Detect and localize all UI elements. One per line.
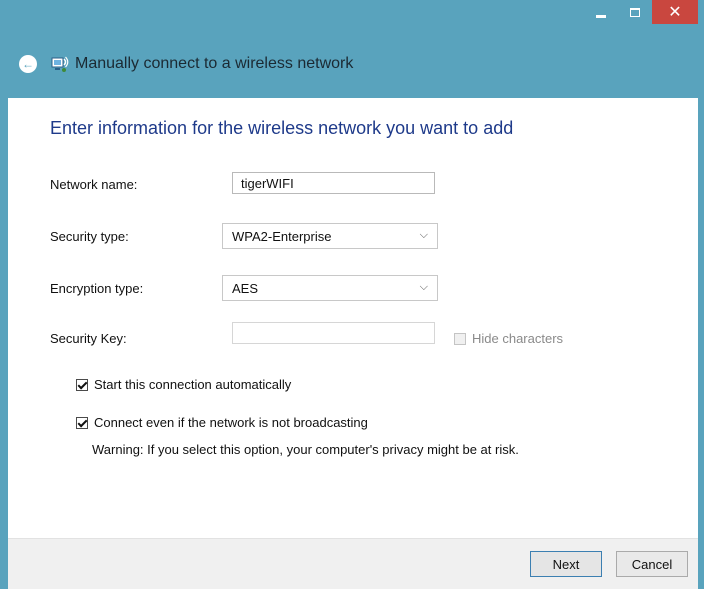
encryption-type-label: Encryption type: [50, 281, 144, 296]
chevron-down-icon: ⌵ [419, 229, 428, 241]
cancel-button[interactable]: Cancel [616, 551, 688, 577]
wizard-window: ✕ ← Manually connect to a wireless netwo… [0, 0, 704, 589]
encryption-type-value: AES [232, 280, 259, 296]
connect-even-option[interactable]: Connect even if the network is not broad… [76, 415, 368, 430]
back-arrow-icon: ← [22, 57, 34, 71]
hide-characters-label: Hide characters [472, 331, 564, 346]
connect-even-checkbox[interactable] [76, 416, 88, 429]
security-type-label: Security type: [50, 229, 129, 244]
close-icon: ✕ [668, 4, 682, 21]
minimize-button[interactable] [584, 0, 618, 24]
maximize-button[interactable] [618, 0, 652, 24]
security-key-label: Security Key: [50, 331, 127, 346]
caption-controls: ✕ [584, 0, 698, 28]
security-type-select[interactable]: WPA2-Enterprise ⌵ [222, 223, 438, 249]
wizard-content: Enter information for the wireless netwo… [8, 98, 698, 589]
privacy-warning: Warning: If you select this option, your… [92, 442, 519, 457]
security-key-input[interactable] [232, 322, 435, 344]
minimize-icon [596, 14, 606, 18]
wizard-footer: Next Cancel [8, 538, 698, 589]
start-auto-label: Start this connection automatically [94, 377, 292, 392]
maximize-icon [630, 7, 640, 17]
start-auto-checkbox[interactable] [76, 378, 88, 391]
page-heading: Enter information for the wireless netwo… [50, 118, 514, 138]
start-auto-option[interactable]: Start this connection automatically [76, 377, 291, 392]
close-button[interactable]: ✕ [652, 0, 698, 24]
network-name-input[interactable] [232, 172, 435, 194]
security-type-value: WPA2-Enterprise [232, 228, 332, 244]
connect-even-label: Connect even if the network is not broad… [94, 415, 368, 430]
back-button[interactable]: ← [19, 55, 37, 73]
wizard-header: ← Manually connect to a wireless network [0, 44, 704, 84]
chevron-down-icon: ⌵ [419, 281, 428, 293]
hide-characters-checkbox[interactable] [454, 332, 466, 345]
wireless-network-icon [51, 55, 69, 73]
window-title: Manually connect to a wireless network [75, 55, 354, 72]
network-name-label: Network name: [50, 177, 138, 192]
encryption-type-select[interactable]: AES ⌵ [222, 275, 438, 301]
next-button[interactable]: Next [530, 551, 602, 577]
hide-characters-option[interactable]: Hide characters [454, 331, 563, 346]
